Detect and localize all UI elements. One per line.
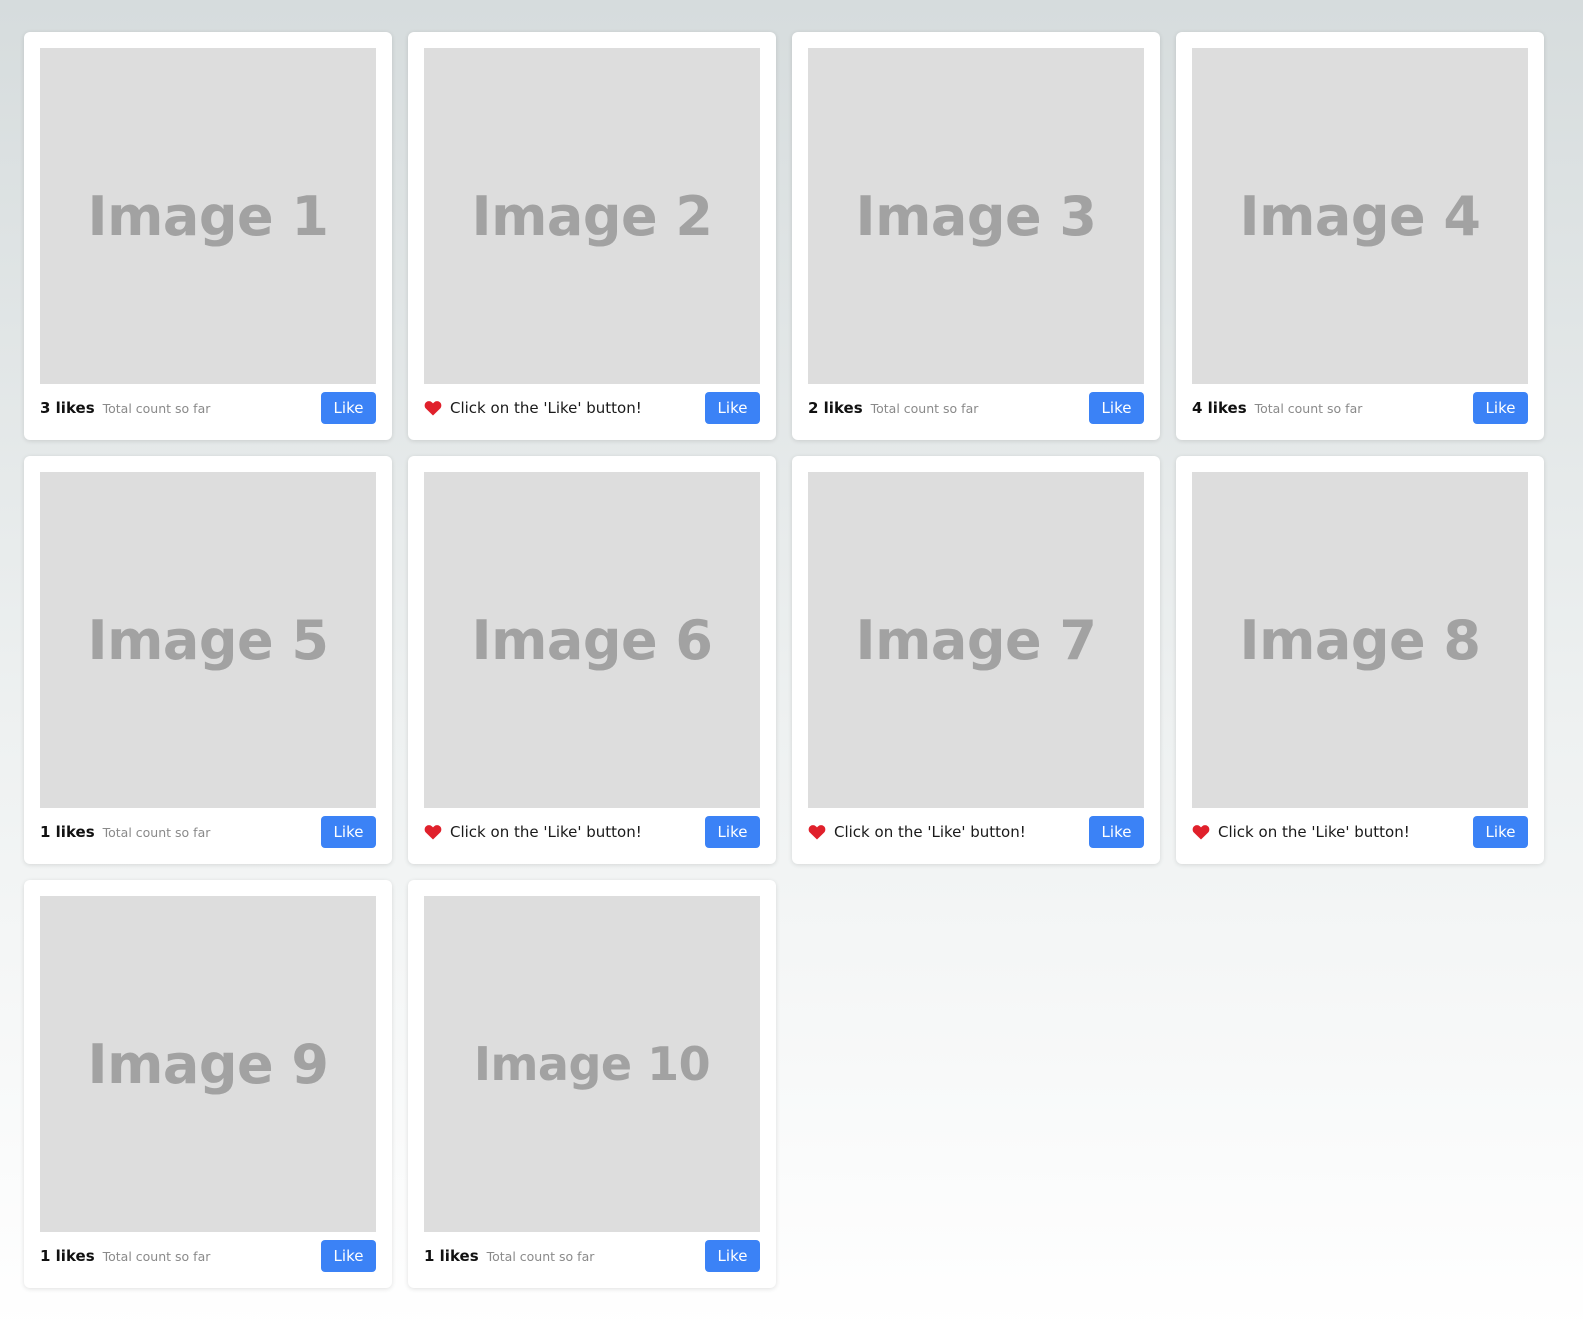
like-count: 4 likes [1192,399,1247,417]
card-footer: 2 likes Total count so far Like [808,392,1144,424]
image-placeholder: Image 9 [40,896,376,1232]
image-label: Image 3 [855,184,1097,248]
image-card: Image 10 1 likes Total count so far Like [408,880,776,1288]
like-button[interactable]: Like [321,816,376,848]
card-footer: Click on the 'Like' button! Like [1192,816,1528,848]
heart-icon [1192,825,1210,840]
image-label: Image 5 [87,608,329,672]
image-card: Image 4 4 likes Total count so far Like [1176,32,1544,440]
like-count: 1 likes [40,1247,95,1265]
image-placeholder: Image 3 [808,48,1144,384]
like-button[interactable]: Like [1089,816,1144,848]
like-count: 3 likes [40,399,95,417]
like-button[interactable]: Like [321,1240,376,1272]
card-footer: Click on the 'Like' button! Like [808,816,1144,848]
image-card: Image 8 Click on the 'Like' button! Like [1176,456,1544,864]
image-card: Image 2 Click on the 'Like' button! Like [408,32,776,440]
image-card: Image 1 3 likes Total count so far Like [24,32,392,440]
like-hint: Click on the 'Like' button! [424,823,642,841]
like-button[interactable]: Like [705,816,760,848]
like-count-caption: Total count so far [102,824,211,840]
image-card: Image 5 1 likes Total count so far Like [24,456,392,864]
like-button[interactable]: Like [1473,392,1528,424]
image-placeholder: Image 4 [1192,48,1528,384]
image-label: Image 9 [87,1032,329,1096]
like-button[interactable]: Like [1473,816,1528,848]
heart-icon [424,825,442,840]
like-button[interactable]: Like [705,392,760,424]
image-placeholder: Image 1 [40,48,376,384]
like-hint-text: Click on the 'Like' button! [1218,823,1410,841]
image-card: Image 6 Click on the 'Like' button! Like [408,456,776,864]
like-hint-text: Click on the 'Like' button! [450,823,642,841]
card-footer: 1 likes Total count so far Like [424,1240,760,1272]
image-card: Image 9 1 likes Total count so far Like [24,880,392,1288]
image-placeholder: Image 8 [1192,472,1528,808]
image-label: Image 2 [471,184,713,248]
image-label: Image 10 [473,1037,711,1091]
like-hint-text: Click on the 'Like' button! [450,399,642,417]
like-button[interactable]: Like [705,1240,760,1272]
like-hint: Click on the 'Like' button! [424,399,642,417]
image-label: Image 1 [87,184,329,248]
card-footer: 3 likes Total count so far Like [40,392,376,424]
image-placeholder: Image 6 [424,472,760,808]
card-footer: Click on the 'Like' button! Like [424,816,760,848]
image-card: Image 3 2 likes Total count so far Like [792,32,1160,440]
like-count-caption: Total count so far [486,1248,595,1264]
heart-icon [808,825,826,840]
card-footer: 4 likes Total count so far Like [1192,392,1528,424]
image-placeholder: Image 10 [424,896,760,1232]
image-label: Image 4 [1239,184,1481,248]
image-label: Image 8 [1239,608,1481,672]
image-card: Image 7 Click on the 'Like' button! Like [792,456,1160,864]
image-placeholder: Image 5 [40,472,376,808]
like-button[interactable]: Like [321,392,376,424]
like-hint: Click on the 'Like' button! [808,823,1026,841]
image-label: Image 7 [855,608,1097,672]
like-hint-text: Click on the 'Like' button! [834,823,1026,841]
like-count: 1 likes [40,823,95,841]
like-count-caption: Total count so far [1254,400,1363,416]
like-count: 2 likes [808,399,863,417]
card-footer: 1 likes Total count so far Like [40,1240,376,1272]
like-count-caption: Total count so far [102,1248,211,1264]
card-footer: 1 likes Total count so far Like [40,816,376,848]
image-gallery-grid: Image 1 3 likes Total count so far Like … [24,32,1544,1288]
like-button[interactable]: Like [1089,392,1144,424]
heart-icon [424,401,442,416]
like-hint: Click on the 'Like' button! [1192,823,1410,841]
like-count-caption: Total count so far [870,400,979,416]
image-placeholder: Image 2 [424,48,760,384]
image-placeholder: Image 7 [808,472,1144,808]
like-count: 1 likes [424,1247,479,1265]
image-label: Image 6 [471,608,713,672]
card-footer: Click on the 'Like' button! Like [424,392,760,424]
like-count-caption: Total count so far [102,400,211,416]
